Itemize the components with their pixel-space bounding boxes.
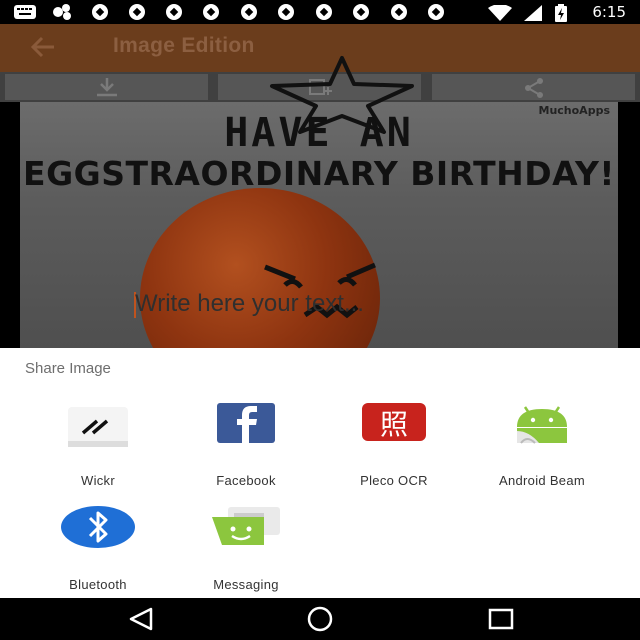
soccer-icon [353, 4, 371, 20]
share-icon [524, 78, 543, 98]
soccer-icon [391, 4, 409, 20]
share-label-pleco-ocr: Pleco OCR [360, 473, 428, 488]
headline-line-2: EGGSTRAORDINARY BIRTHDAY! [23, 154, 615, 193]
bluetooth-icon [59, 505, 137, 571]
recents-nav-button[interactable] [487, 606, 515, 632]
android-beam-icon [509, 401, 575, 467]
star-icon[interactable] [268, 54, 416, 134]
soccer-icon [129, 4, 147, 20]
soccer-icon [278, 4, 296, 20]
battery-icon [555, 4, 569, 22]
recents-square-icon [488, 608, 514, 630]
share-label-wickr: Wickr [81, 473, 115, 488]
navigation-bar [0, 598, 640, 640]
page-title: Image Edition [113, 34, 255, 57]
soccer-icon [203, 4, 221, 20]
share-sheet-title: Share Image [25, 360, 111, 377]
soccer-icon [428, 4, 446, 20]
photos-icon [52, 4, 71, 20]
svg-text:照: 照 [380, 408, 408, 441]
facebook-icon [213, 401, 279, 467]
share-target-android-beam[interactable]: Android Beam [467, 401, 617, 491]
home-circle-icon [307, 606, 333, 632]
messaging-icon [208, 505, 284, 571]
share-button[interactable] [432, 74, 635, 100]
keyboard-icon [14, 5, 36, 21]
pleco-ocr-icon: 照 [361, 401, 427, 467]
wickr-icon [65, 401, 131, 467]
share-target-pleco-ocr[interactable]: 照 Pleco OCR [319, 401, 469, 491]
download-button[interactable] [5, 74, 208, 100]
back-triangle-icon [129, 607, 153, 631]
soccer-icon [166, 4, 184, 20]
text-input[interactable] [135, 288, 595, 320]
home-nav-button[interactable] [305, 606, 335, 632]
share-label-bluetooth: Bluetooth [69, 577, 127, 592]
share-target-facebook[interactable]: Facebook [171, 401, 321, 491]
wifi-icon [488, 4, 512, 21]
share-target-wickr[interactable]: Wickr [23, 401, 173, 491]
image-canvas[interactable]: MuchoApps HAVE AN EGGSTRAORDINARY BIRTHD… [20, 102, 618, 348]
share-target-messaging[interactable]: Messaging [171, 505, 321, 595]
share-label-messaging: Messaging [213, 577, 279, 592]
share-target-bluetooth[interactable]: Bluetooth [23, 505, 173, 595]
soccer-icon [241, 4, 259, 20]
share-label-android-beam: Android Beam [499, 473, 585, 488]
status-time: 6:15 [592, 3, 626, 21]
back-arrow-icon[interactable] [30, 34, 58, 62]
soccer-icon [92, 4, 110, 20]
share-sheet: Share Image Wickr Facebook 照 Pleco OCR A… [0, 348, 640, 598]
back-nav-button[interactable] [127, 606, 155, 632]
share-label-facebook: Facebook [216, 473, 276, 488]
signal-icon [524, 5, 542, 21]
download-icon [96, 78, 117, 97]
status-bar: 6:15 [0, 0, 640, 24]
soccer-icon [316, 4, 334, 20]
